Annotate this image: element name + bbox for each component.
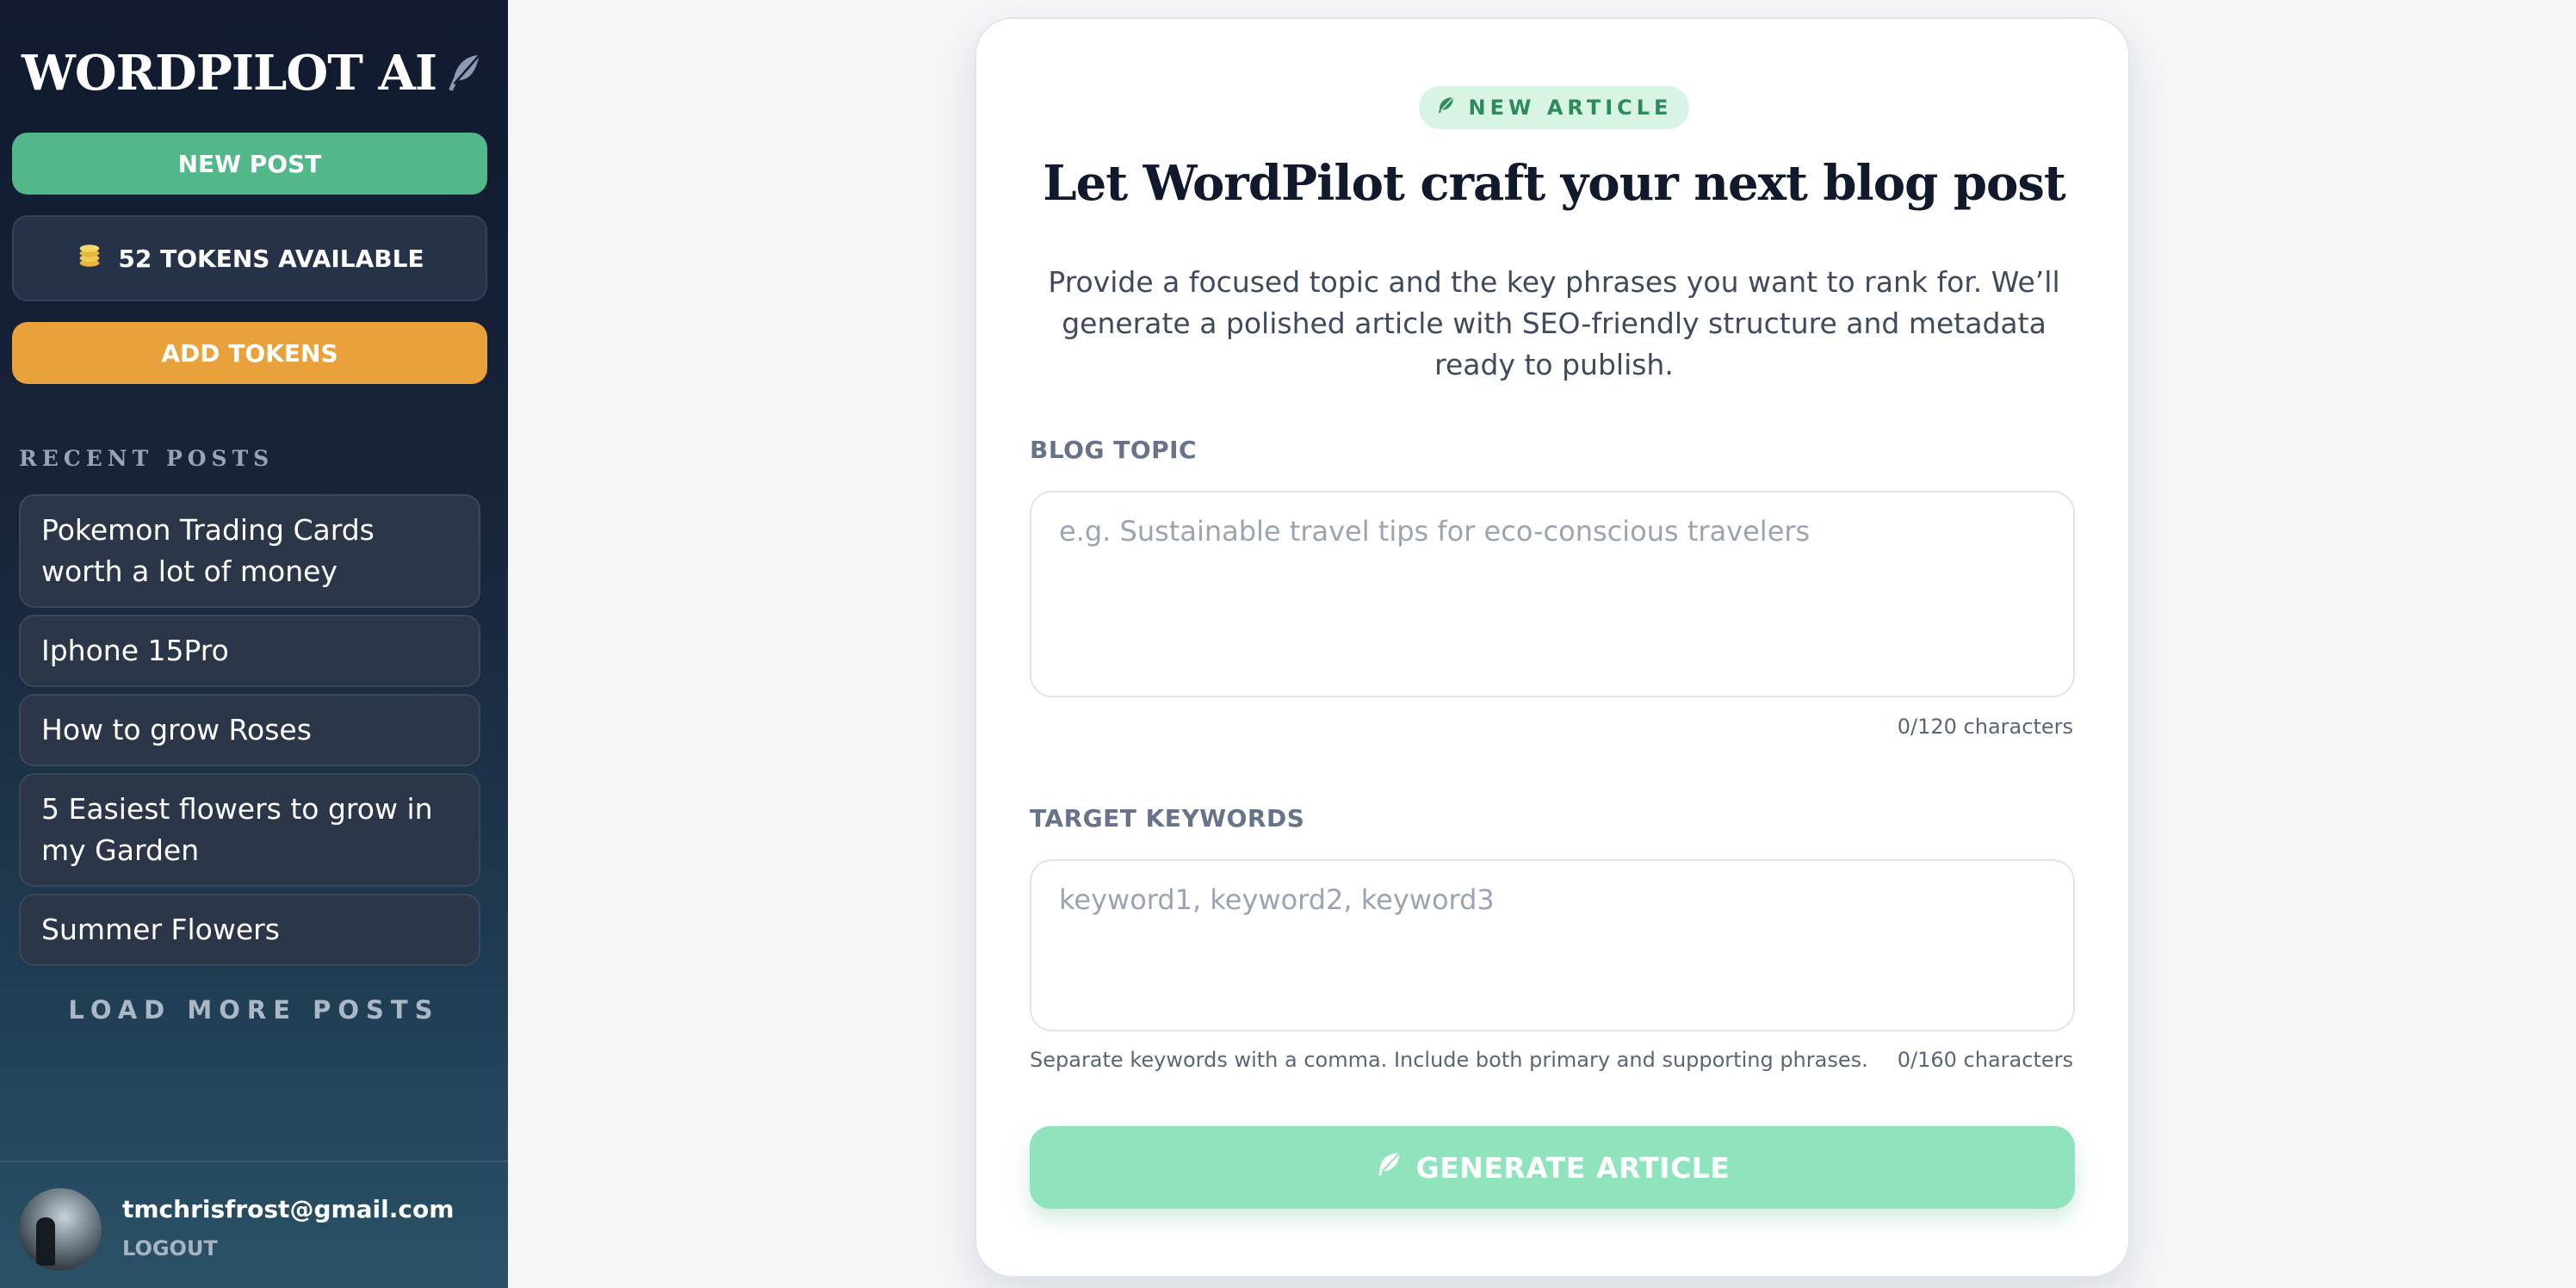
recent-post-item[interactable]: How to grow Roses — [19, 694, 480, 766]
generate-article-label: GENERATE ARTICLE — [1415, 1150, 1731, 1185]
load-more-button[interactable]: LOAD MORE POSTS — [0, 995, 508, 1025]
tokens-count: 52 TOKENS AVAILABLE — [118, 244, 424, 273]
target-keywords-input[interactable] — [1030, 859, 2075, 1031]
leaf-icon — [1375, 1149, 1404, 1186]
logout-link[interactable]: LOGOUT — [122, 1236, 218, 1260]
recent-posts-heading: RECENT POSTS — [19, 446, 275, 471]
recent-post-item[interactable]: 5 Easiest flowers to grow in my Garden — [19, 773, 480, 887]
coins-icon — [75, 241, 104, 276]
sidebar: WORDPILOT AI NEW POST 52 TOKENS AVAILABL… — [0, 0, 508, 1288]
user-panel: tmchrisfrost@gmail.com LOGOUT — [0, 1161, 508, 1288]
blog-topic-char-count: 0/120 characters — [1897, 715, 2073, 739]
app-logo-text: WORDPILOT AI — [21, 45, 437, 102]
leaf-icon — [1436, 95, 1457, 121]
keywords-char-count: 0/160 characters — [1897, 1048, 2073, 1072]
target-keywords-label: TARGET KEYWORDS — [1030, 804, 1305, 833]
page-description: Provide a focused topic and the key phra… — [1048, 265, 2060, 381]
badge-label: NEW ARTICLE — [1468, 96, 1673, 120]
new-article-badge: NEW ARTICLE — [1419, 86, 1689, 129]
blog-topic-label: BLOG TOPIC — [1030, 436, 1198, 464]
feather-icon — [443, 50, 486, 107]
avatar[interactable] — [19, 1188, 102, 1271]
app-logo[interactable]: WORDPILOT AI — [0, 45, 508, 107]
user-email: tmchrisfrost@gmail.com — [122, 1195, 455, 1223]
page-title: Let WordPilot craft your next blog post — [1043, 155, 2065, 212]
new-article-card: NEW ARTICLE Let WordPilot craft your nex… — [975, 17, 2130, 1278]
generate-article-button[interactable]: GENERATE ARTICLE — [1030, 1126, 2075, 1209]
recent-post-item[interactable]: Iphone 15Pro — [19, 615, 480, 687]
tokens-indicator[interactable]: 52 TOKENS AVAILABLE — [12, 215, 487, 301]
blog-topic-input[interactable] — [1030, 491, 2075, 697]
keywords-hint: Separate keywords with a comma. Include … — [1030, 1048, 1868, 1072]
recent-post-item[interactable]: Pokemon Trading Cards worth a lot of mon… — [19, 494, 480, 608]
new-post-button[interactable]: NEW POST — [12, 133, 487, 195]
recent-post-item[interactable]: Summer Flowers — [19, 894, 480, 966]
add-tokens-button[interactable]: ADD TOKENS — [12, 322, 487, 384]
